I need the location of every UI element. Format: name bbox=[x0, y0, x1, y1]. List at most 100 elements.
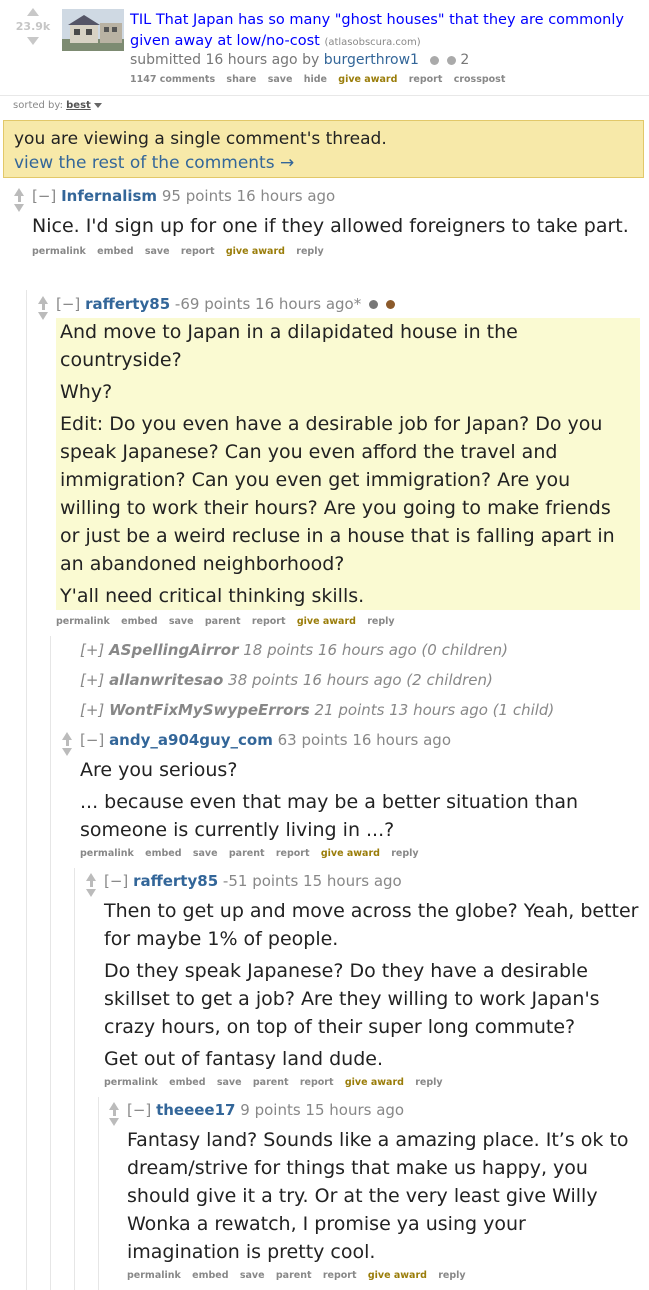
collapse-toggle[interactable]: [−] bbox=[127, 1101, 151, 1119]
give-award-button[interactable]: give award bbox=[226, 246, 285, 257]
report-button[interactable]: report bbox=[252, 616, 286, 627]
downvote-arrow-icon[interactable] bbox=[38, 312, 48, 320]
view-rest-link[interactable]: view the rest of the comments → bbox=[14, 151, 633, 175]
comment-body: And move to Japan in a dilapidated house… bbox=[56, 318, 640, 610]
comment-paragraph: And move to Japan in a dilapidated house… bbox=[60, 321, 518, 371]
sort-dropdown[interactable]: best bbox=[66, 100, 91, 111]
thread-line[interactable] bbox=[74, 868, 75, 1290]
save-button[interactable]: save bbox=[169, 616, 194, 627]
hide-button[interactable]: hide bbox=[304, 74, 327, 85]
comment-author[interactable]: theeee17 bbox=[156, 1101, 235, 1119]
post-score: 23.9k bbox=[15, 20, 51, 33]
post-title[interactable]: TIL That Japan has so many "ghost houses… bbox=[130, 10, 640, 53]
give-award-button[interactable]: give award bbox=[297, 616, 356, 627]
comment: [−] andy_a904guy_com 63 points 16 hours … bbox=[60, 730, 640, 859]
report-button[interactable]: report bbox=[276, 848, 310, 859]
permalink-button[interactable]: permalink bbox=[32, 246, 86, 257]
comment: [−] theeee17 9 points 15 hours ago Fanta… bbox=[107, 1100, 640, 1281]
parent-button[interactable]: parent bbox=[229, 848, 265, 859]
reply-button[interactable]: reply bbox=[296, 246, 323, 257]
arrow-stem bbox=[17, 196, 21, 202]
give-award-button[interactable]: give award bbox=[321, 848, 380, 859]
thread-line[interactable] bbox=[26, 290, 27, 1290]
upvote-arrow-icon[interactable] bbox=[86, 873, 96, 881]
expand-toggle[interactable]: [+] bbox=[80, 671, 104, 689]
parent-button[interactable]: parent bbox=[205, 616, 241, 627]
thread-line[interactable] bbox=[98, 1097, 99, 1290]
award-icon[interactable] bbox=[430, 55, 440, 65]
downvote-arrow-icon[interactable] bbox=[27, 37, 39, 45]
permalink-button[interactable]: permalink bbox=[80, 848, 134, 859]
upvote-arrow-icon[interactable] bbox=[27, 8, 39, 16]
sort-bar: sorted by: best bbox=[13, 100, 102, 111]
save-button[interactable]: save bbox=[240, 1270, 265, 1281]
upvote-arrow-icon[interactable] bbox=[14, 188, 24, 196]
parent-button[interactable]: parent bbox=[276, 1270, 312, 1281]
embed-button[interactable]: embed bbox=[169, 1077, 205, 1088]
downvote-arrow-icon[interactable] bbox=[86, 889, 96, 897]
comments-link[interactable]: 1147 comments bbox=[130, 74, 215, 85]
comment-author[interactable]: allanwritesao bbox=[109, 671, 223, 689]
comment-author[interactable]: ASpellingAirror bbox=[109, 641, 238, 659]
give-award-button[interactable]: give award bbox=[345, 1077, 404, 1088]
silver-award-icon[interactable] bbox=[369, 300, 378, 309]
collapse-toggle[interactable]: [−] bbox=[56, 295, 80, 313]
upvote-arrow-icon[interactable] bbox=[109, 1102, 119, 1110]
post-thumbnail[interactable] bbox=[62, 9, 124, 51]
embed-button[interactable]: embed bbox=[145, 848, 181, 859]
embed-button[interactable]: embed bbox=[192, 1270, 228, 1281]
expand-toggle[interactable]: [+] bbox=[80, 701, 104, 719]
upvote-arrow-icon[interactable] bbox=[62, 732, 72, 740]
reply-button[interactable]: reply bbox=[415, 1077, 442, 1088]
comment-author[interactable]: rafferty85 bbox=[133, 872, 218, 890]
comment-author[interactable]: andy_a904guy_com bbox=[109, 731, 273, 749]
reply-button[interactable]: reply bbox=[438, 1270, 465, 1281]
thread-line[interactable] bbox=[50, 636, 51, 1290]
arrow-stem bbox=[112, 1110, 116, 1116]
permalink-button[interactable]: permalink bbox=[56, 616, 110, 627]
arrow-stem bbox=[89, 881, 93, 887]
collapse-toggle[interactable]: [−] bbox=[32, 187, 56, 205]
collapse-toggle[interactable]: [−] bbox=[104, 872, 128, 890]
embed-button[interactable]: embed bbox=[97, 246, 133, 257]
reply-button[interactable]: reply bbox=[367, 616, 394, 627]
parent-button[interactable]: parent bbox=[253, 1077, 289, 1088]
comment-body: Then to get up and move across the globe… bbox=[104, 897, 640, 1073]
save-button[interactable]: save bbox=[268, 74, 293, 85]
downvote-arrow-icon[interactable] bbox=[109, 1118, 119, 1126]
expand-toggle[interactable]: [+] bbox=[80, 641, 104, 659]
comment-author[interactable]: Infernalism bbox=[61, 187, 157, 205]
chevron-down-icon[interactable] bbox=[93, 102, 102, 108]
comment-header: [+] allanwritesao 38 points 16 hours ago… bbox=[80, 670, 493, 690]
silver-award-icon[interactable] bbox=[446, 55, 456, 65]
comment-meta: 9 points 15 hours ago bbox=[240, 1101, 405, 1119]
bear-award-icon[interactable] bbox=[385, 300, 395, 309]
collapse-toggle[interactable]: [−] bbox=[80, 731, 104, 749]
report-button[interactable]: report bbox=[181, 246, 215, 257]
comment-votebox bbox=[84, 873, 98, 897]
post-domain[interactable]: (atlasobscura.com) bbox=[324, 37, 420, 48]
crosspost-button[interactable]: crosspost bbox=[454, 74, 506, 85]
give-award-button[interactable]: give award bbox=[338, 74, 397, 85]
comment-author[interactable]: WontFixMySwypeErrors bbox=[109, 701, 310, 719]
upvote-arrow-icon[interactable] bbox=[38, 296, 48, 304]
embed-button[interactable]: embed bbox=[121, 616, 157, 627]
comment-meta: 63 points 16 hours ago bbox=[277, 731, 452, 749]
permalink-button[interactable]: permalink bbox=[104, 1077, 158, 1088]
give-award-button[interactable]: give award bbox=[368, 1270, 427, 1281]
comment: [−] Infernalism 95 points 16 hours ago N… bbox=[12, 186, 632, 257]
save-button[interactable]: save bbox=[193, 848, 218, 859]
save-button[interactable]: save bbox=[145, 246, 170, 257]
comment-author[interactable]: rafferty85 bbox=[85, 295, 170, 313]
share-button[interactable]: share bbox=[226, 74, 256, 85]
downvote-arrow-icon[interactable] bbox=[14, 204, 24, 212]
report-button[interactable]: report bbox=[323, 1270, 357, 1281]
post-buttons: 1147 comments share save hide give award… bbox=[130, 74, 513, 85]
report-button[interactable]: report bbox=[409, 74, 443, 85]
downvote-arrow-icon[interactable] bbox=[62, 748, 72, 756]
reply-button[interactable]: reply bbox=[391, 848, 418, 859]
post-author[interactable]: burgerthrow1 bbox=[324, 52, 419, 68]
report-button[interactable]: report bbox=[300, 1077, 334, 1088]
save-button[interactable]: save bbox=[217, 1077, 242, 1088]
permalink-button[interactable]: permalink bbox=[127, 1270, 181, 1281]
